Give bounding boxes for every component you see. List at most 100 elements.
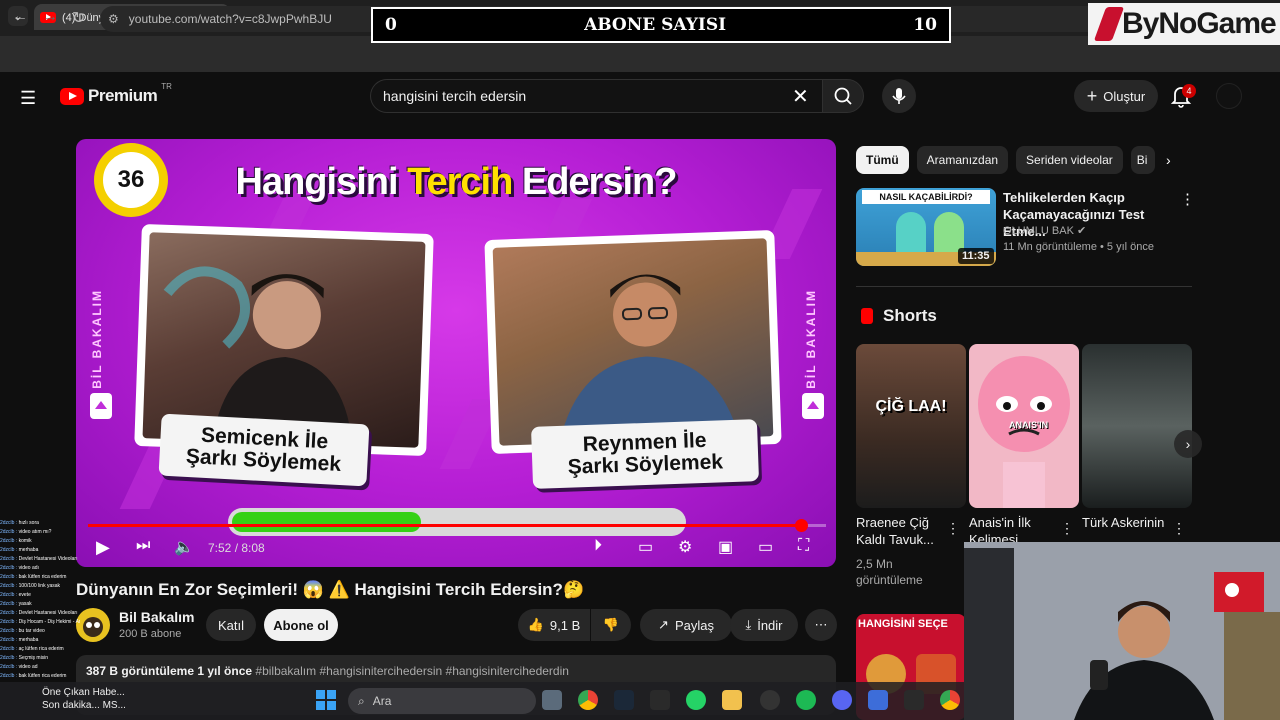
chat-username: 2dzclb : <box>0 529 19 535</box>
youtube-premium-logo[interactable]: Premium TR <box>60 82 172 106</box>
app-icon[interactable] <box>868 690 888 710</box>
site-info-icon[interactable]: ⚙ <box>108 12 119 26</box>
hamburger-menu-icon[interactable]: ☰ <box>20 88 36 109</box>
play-icon[interactable]: ▶ <box>96 537 110 558</box>
short-title[interactable]: Rraenee Çiğ Kaldı Tavuk... <box>856 514 946 550</box>
clear-search-icon[interactable]: ✕ <box>792 84 809 109</box>
epic-games-icon[interactable] <box>650 690 670 710</box>
logo-mark-icon <box>1093 7 1125 41</box>
chat-message: 2dzclb : Devlet Hastanesi Videoları <box>0 610 80 619</box>
search-box <box>370 79 822 113</box>
chevron-right-icon[interactable]: › <box>1166 152 1171 168</box>
poll-progress-fill <box>232 512 421 532</box>
epic-games-icon[interactable] <box>904 690 924 710</box>
chat-text: video adı <box>18 565 39 571</box>
back-arrow-icon[interactable]: ← <box>12 8 28 26</box>
short-card[interactable]: ANAIS'IN <box>969 344 1079 508</box>
news-line: Son dakika... MS... <box>42 700 126 711</box>
headline-part: Edersin? <box>512 161 678 203</box>
theater-mode-icon[interactable]: ▭ <box>758 537 773 557</box>
create-button[interactable]: + Oluştur <box>1074 80 1158 112</box>
share-button[interactable]: ↗ Paylaş <box>640 609 732 641</box>
task-view-icon[interactable] <box>542 690 562 710</box>
counter-left-value: 0 <box>385 15 397 35</box>
plus-icon: + <box>1086 85 1098 106</box>
steam-icon[interactable] <box>614 690 634 710</box>
more-options-icon[interactable]: ⋮ <box>946 520 960 537</box>
side-label-left: BİL BAKALIM <box>90 289 104 389</box>
news-widget[interactable]: Öne Çıkan Habe... Son dakika... MS... <box>42 686 126 712</box>
chat-message: 2dzclb : Devlet Hastanesi Videoları <box>0 556 80 565</box>
chat-message: 2dzclb : yasak <box>0 601 80 610</box>
forward-arrow-icon[interactable]: → <box>42 8 58 26</box>
settings-gear-icon[interactable]: ⚙ <box>678 537 692 557</box>
search-button[interactable] <box>822 79 864 113</box>
recommended-channel[interactable]: OLUMLU BAK ✔ <box>1003 224 1086 237</box>
chat-text: aç lütfen rica ederim <box>18 646 64 652</box>
next-video-icon[interactable]: ⏭ <box>136 537 150 555</box>
windows-start-icon[interactable] <box>316 690 336 710</box>
obs-icon[interactable] <box>760 690 780 710</box>
reload-icon[interactable]: ↻ <box>72 8 85 28</box>
counter-title: ABONE SAYISI <box>584 15 727 35</box>
chat-username: 2dzclb : <box>0 538 19 544</box>
more-options-icon[interactable]: ⋮ <box>1060 520 1074 537</box>
logo-region: TR <box>161 82 172 91</box>
notification-badge: 4 <box>1182 84 1196 98</box>
download-icon: ⤓ <box>745 617 752 632</box>
fullscreen-icon[interactable]: ⛶ <box>798 537 809 555</box>
microphone-icon <box>892 88 906 104</box>
miniplayer-icon[interactable]: ▣ <box>718 537 733 557</box>
channel-mascot-icon <box>83 617 103 637</box>
seek-handle[interactable] <box>795 519 808 532</box>
video-player[interactable]: 36 Hangisini Tercih Edersin? BİL BAKALIM… <box>76 139 836 567</box>
download-button[interactable]: ⤓ İndir <box>730 609 798 641</box>
chip-series[interactable]: Seriden videolar <box>1016 146 1123 174</box>
chat-username: 2dzclb : <box>0 628 19 634</box>
chat-username: 2dzclb : <box>0 592 19 598</box>
taskbar-search-box[interactable]: ⌕ Ara <box>348 688 536 714</box>
hashtags[interactable]: #bilbakalım #hangisinitercihedersin #han… <box>255 664 569 678</box>
autoplay-toggle-icon[interactable]: ⏵ <box>594 537 602 555</box>
account-avatar[interactable] <box>1216 83 1242 109</box>
chip-partial[interactable]: Bi <box>1130 146 1155 174</box>
thumbs-up-icon: 👍 <box>527 617 544 632</box>
whatsapp-icon[interactable] <box>686 690 706 710</box>
chip-all[interactable]: Tümü <box>856 146 909 174</box>
views-and-date: 387 B görüntüleme 1 yıl önce <box>86 664 253 678</box>
chat-message: 2dzclb : aç lütfen rica ederim <box>0 646 80 655</box>
more-options-icon[interactable]: ⋮ <box>1180 190 1195 208</box>
channel-name[interactable]: Bil Bakalım <box>119 609 194 625</box>
chat-message: 2dzclb : video atım mı? <box>0 529 80 538</box>
up-arrow-icon <box>90 393 112 419</box>
channel-avatar[interactable] <box>76 608 110 642</box>
short-overlay-text: ÇİĞ LAA! <box>875 398 947 415</box>
search-icon <box>834 87 852 105</box>
chat-username: 2dzclb : <box>0 619 19 625</box>
search-input[interactable] <box>383 88 783 104</box>
file-explorer-icon[interactable] <box>722 690 742 710</box>
discord-icon[interactable] <box>832 690 852 710</box>
voice-search-button[interactable] <box>882 79 916 113</box>
chrome-icon[interactable] <box>578 690 598 710</box>
subscribe-button[interactable]: Abone ol <box>264 609 338 641</box>
dislike-button[interactable]: 👎 <box>591 609 631 641</box>
spotify-icon[interactable] <box>796 690 816 710</box>
chat-text: Devlet Hastanesi Videoları <box>18 610 78 616</box>
chip-from-search[interactable]: Aramanızdan <box>916 146 1009 174</box>
description-summary: 387 B görüntüleme 1 yıl önce #bilbakalım… <box>86 664 569 678</box>
chat-text: merhaba <box>18 547 39 553</box>
subtitles-icon[interactable]: ▭ <box>638 537 653 557</box>
more-actions-icon[interactable]: ⋯ <box>805 609 837 641</box>
chrome-icon[interactable] <box>940 690 960 710</box>
chat-username: 2dzclb : <box>0 583 19 589</box>
shorts-next-chevron-icon[interactable]: › <box>1174 430 1202 458</box>
volume-icon[interactable]: 🔈 <box>174 537 194 557</box>
join-button[interactable]: Katıl <box>206 609 256 641</box>
share-arrow-icon: ↗ <box>658 617 669 632</box>
like-button[interactable]: 👍 9,1 B <box>518 609 590 641</box>
short-overlay-text: ANAIS'IN <box>1009 420 1049 430</box>
more-options-icon[interactable]: ⋮ <box>1172 520 1186 537</box>
short-card[interactable] <box>1082 344 1192 508</box>
short-card[interactable]: ÇİĞ LAA! <box>856 344 966 508</box>
